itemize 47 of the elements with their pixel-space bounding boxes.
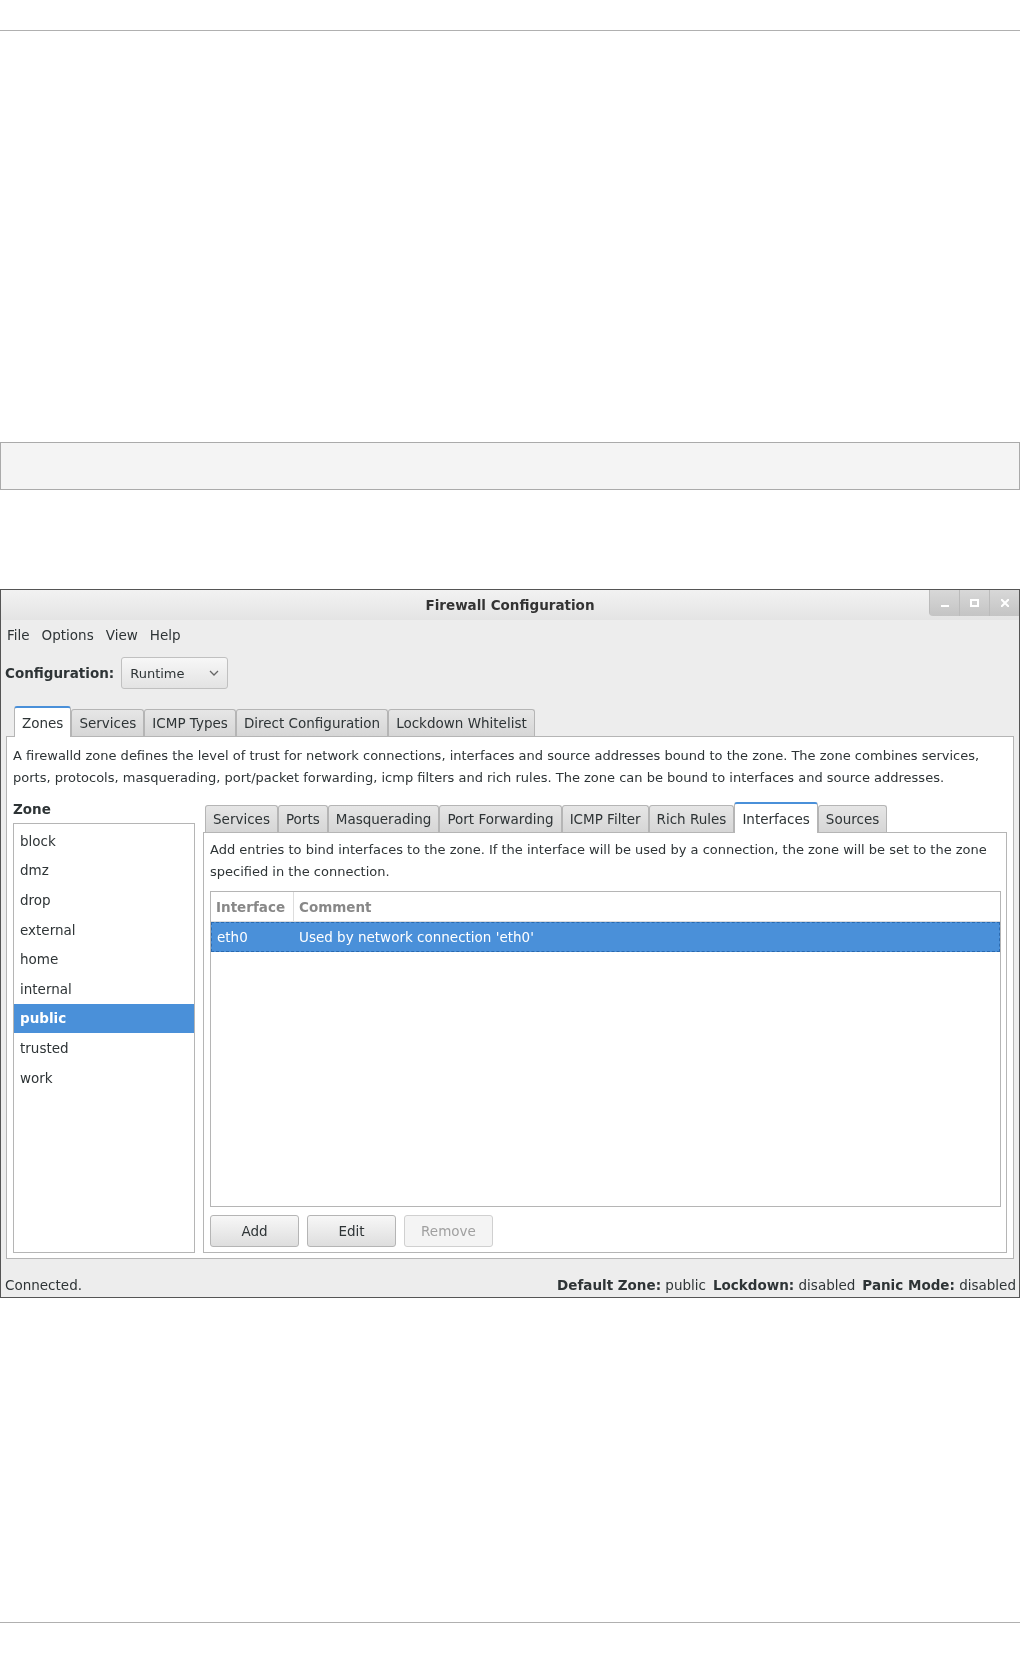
tab[interactable]: ICMP Filter <box>561 805 649 832</box>
tab[interactable]: Services <box>205 805 278 832</box>
tab[interactable]: Lockdown Whitelist <box>388 709 535 736</box>
zone-list-item[interactable]: trusted <box>14 1033 194 1063</box>
tab[interactable]: Rich Rules <box>648 805 735 832</box>
menu-item[interactable]: Options <box>37 627 102 643</box>
description-text: A firewalld zone defines the level of trust for network connections, interfaces and source addresses bound to the zone. The zone combines services, ports, protocols, masquerading, port/packet forwarding, icmp filters and rich rules. The zone can be bound to interfaces and source addresses. <box>13 747 981 787</box>
tab[interactable]: Interfaces <box>734 802 818 833</box>
tab[interactable]: Services <box>71 709 145 736</box>
status-message: Connected. <box>5 1277 82 1293</box>
zone-list-item[interactable]: work <box>14 1062 194 1093</box>
zone-list-item[interactable]: dmz <box>14 855 194 886</box>
close-icon <box>1000 599 1009 607</box>
tab[interactable]: Zones <box>14 706 72 737</box>
chevron-down-icon <box>209 670 220 676</box>
zone-heading: Zone <box>13 801 52 819</box>
zone-list-item[interactable]: external <box>14 914 194 945</box>
action-button[interactable]: Add <box>210 1215 299 1247</box>
zone-list-item[interactable]: home <box>14 944 194 974</box>
status-field: Panic Mode: disabled <box>862 1277 1016 1293</box>
tab[interactable]: Direct Configuration <box>235 709 389 736</box>
maximize-icon <box>970 599 979 607</box>
configuration-dropdown[interactable]: Runtime <box>121 657 229 689</box>
table-cell-text: eth0 <box>216 929 249 945</box>
window-title: Firewall Configuration <box>425 597 595 613</box>
interfaces-description: Add entries to bind interfaces to the zone. If the interface will be used by a connection, the zone will be set to the zone specified in the connection. <box>210 841 988 881</box>
menu-item[interactable]: Help <box>145 627 189 643</box>
maximize-button[interactable] <box>959 590 989 616</box>
action-button[interactable]: Edit <box>307 1215 396 1247</box>
tab[interactable]: Port Forwarding <box>439 805 562 832</box>
close-button[interactable] <box>989 590 1019 616</box>
zone-list-item[interactable]: drop <box>14 885 194 915</box>
tab[interactable]: ICMP Types <box>144 709 236 736</box>
column-header[interactable]: Comment <box>293 892 372 921</box>
table-cell-text: Used by network connection 'eth0' <box>298 929 534 945</box>
configuration-label: Configuration: <box>5 665 115 681</box>
menu-item[interactable]: File <box>3 627 38 643</box>
minimize-button[interactable] <box>929 590 959 616</box>
status-field: Lockdown: disabled <box>712 1277 856 1293</box>
status-field: Default Zone: public <box>557 1277 706 1293</box>
tab[interactable]: Masquerading <box>327 805 440 832</box>
tab[interactable]: Ports <box>277 805 328 832</box>
zone-list-item[interactable]: block <box>14 826 194 856</box>
menu-item[interactable]: View <box>101 627 146 643</box>
column-header[interactable]: Interface <box>211 892 293 921</box>
tab[interactable]: Sources <box>817 805 888 832</box>
zone-list-item[interactable]: internal <box>14 973 194 1004</box>
